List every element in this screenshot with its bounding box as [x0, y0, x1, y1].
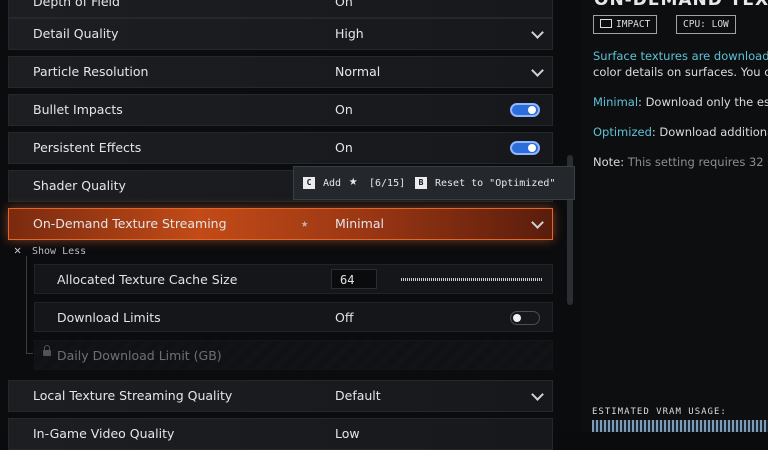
setting-row-depth-of-field[interactable]: Depth of Field On — [8, 0, 553, 18]
settings-list: Depth of Field On Detail Quality High Pa… — [0, 0, 582, 450]
setting-value: On — [335, 140, 353, 155]
setting-value: High — [335, 26, 364, 41]
tree-connector — [26, 353, 33, 354]
setting-value: Default — [335, 388, 381, 403]
close-icon: ✕ — [14, 243, 22, 257]
chevron-down-icon[interactable] — [531, 216, 544, 229]
setting-label: Download Limits — [57, 310, 161, 325]
key-b-icon: B — [415, 177, 427, 189]
setting-label: Daily Download Limit (GB) — [57, 348, 222, 363]
action-tooltip: C Add ★ [6/15] B Reset to "Optimized" — [293, 166, 575, 200]
monitor-icon — [600, 19, 612, 28]
setting-label: Shader Quality — [33, 178, 126, 193]
optimized-label: Optimized — [593, 125, 652, 139]
impact-badge: IMPACT — [593, 15, 658, 34]
chevron-down-icon[interactable] — [531, 26, 544, 39]
setting-row-bullet-impacts[interactable]: Bullet Impacts On — [8, 94, 553, 126]
toggle-knob — [513, 314, 521, 322]
optimized-text: : Download additional h — [651, 125, 768, 139]
lock-icon — [43, 345, 51, 356]
minimal-label: Minimal — [593, 95, 639, 109]
setting-value: On — [335, 102, 353, 117]
setting-row-on-demand-texture-streaming[interactable]: On-Demand Texture Streaming ★ Minimal — [8, 208, 553, 240]
description-line-1: Surface textures are downloaded — [593, 49, 768, 63]
toggle-knob — [528, 106, 536, 114]
setting-row-local-texture-streaming-quality[interactable]: Local Texture Streaming Quality Default — [8, 380, 553, 412]
setting-label: Bullet Impacts — [33, 102, 123, 117]
cache-size-slider[interactable] — [401, 278, 543, 281]
vram-usage-bar — [592, 420, 768, 432]
key-c-icon: C — [303, 177, 315, 189]
setting-row-in-game-video-quality[interactable]: In-Game Video Quality Low — [8, 418, 553, 450]
impact-label: IMPACT — [616, 19, 651, 30]
chevron-down-icon[interactable] — [531, 64, 544, 77]
setting-value: Low — [335, 426, 360, 441]
download-limits-toggle[interactable] — [510, 311, 540, 325]
setting-row-persistent-effects[interactable]: Persistent Effects On — [8, 132, 553, 164]
chevron-down-icon[interactable] — [531, 388, 544, 401]
cpu-badge: CPU: LOW — [676, 15, 736, 34]
toggle-knob — [528, 144, 536, 152]
setting-label: On-Demand Texture Streaming — [33, 216, 227, 231]
vram-label: ESTIMATED VRAM USAGE: — [592, 407, 727, 417]
setting-value: Off — [335, 310, 354, 325]
setting-label: Persistent Effects — [33, 140, 142, 155]
sub-row-allocated-texture-cache-size: Allocated Texture Cache Size 64 — [34, 264, 553, 294]
minimal-description: Minimal: Download only the essen — [593, 95, 768, 109]
star-icon: ★ — [349, 173, 358, 189]
bullet-impacts-toggle[interactable] — [510, 103, 540, 117]
sub-row-daily-download-limit: Daily Download Limit (GB) — [34, 340, 553, 370]
favorites-count: [6/15] — [369, 178, 406, 189]
note: Note: This setting requires 32 GB — [593, 155, 768, 169]
reset-label[interactable]: Reset to "Optimized" — [435, 178, 555, 189]
setting-label: Particle Resolution — [33, 64, 149, 79]
note-label: Note: — [593, 155, 625, 169]
info-panel: ON-DEMAND TEXTURE STREAMING IMPACT CPU: … — [582, 0, 768, 432]
cache-size-input[interactable]: 64 — [331, 269, 377, 289]
show-less-label: Show Less — [32, 246, 87, 257]
setting-label: Depth of Field — [33, 0, 120, 9]
tree-connector — [26, 256, 27, 354]
setting-value: Minimal — [335, 216, 384, 231]
setting-label: Allocated Texture Cache Size — [57, 272, 238, 287]
favorite-star-icon[interactable]: ★ — [301, 216, 308, 230]
add-label[interactable]: Add — [323, 178, 341, 189]
minimal-text: : Download only the essen — [638, 95, 768, 109]
setting-label: Detail Quality — [33, 26, 119, 41]
setting-value: On — [335, 0, 353, 9]
setting-row-detail-quality[interactable]: Detail Quality High — [8, 18, 553, 50]
setting-label: Local Texture Streaming Quality — [33, 388, 233, 403]
persistent-effects-toggle[interactable] — [510, 141, 540, 155]
show-less-toggle[interactable]: ✕ Show Less — [14, 243, 86, 257]
setting-row-particle-resolution[interactable]: Particle Resolution Normal — [8, 56, 553, 88]
description-line-2: color details on surfaces. You can — [593, 65, 768, 79]
setting-value: Normal — [335, 64, 381, 79]
optimized-description: Optimized: Download additional h — [593, 125, 768, 139]
note-text: This setting requires 32 GB — [627, 155, 768, 169]
panel-title: ON-DEMAND TEXTURE STREAMING — [594, 0, 768, 10]
sub-row-download-limits[interactable]: Download Limits Off — [34, 302, 553, 332]
setting-label: In-Game Video Quality — [33, 426, 175, 441]
